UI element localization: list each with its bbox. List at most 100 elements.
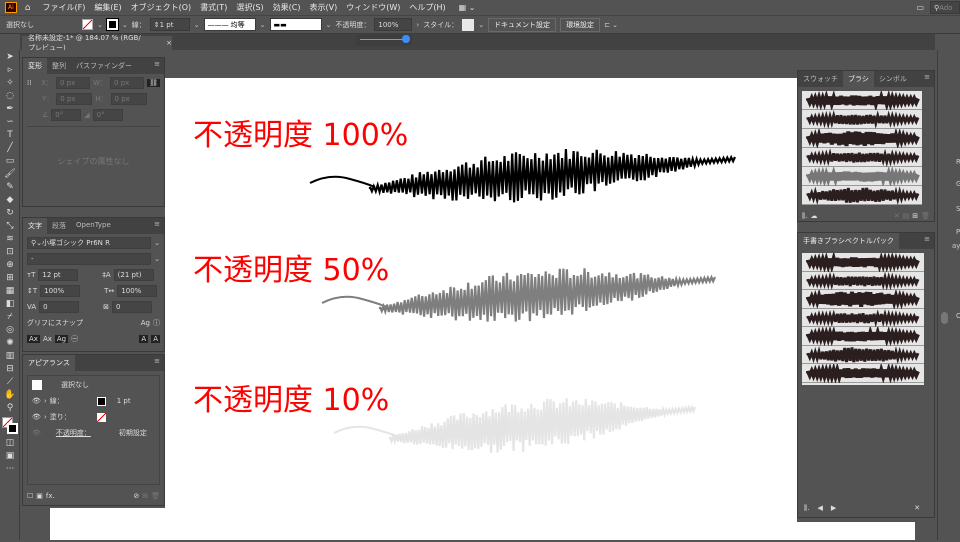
- stroke-value[interactable]: 1 pt: [117, 397, 131, 405]
- curvature-tool-icon[interactable]: ∽: [4, 117, 16, 128]
- previous-library-icon[interactable]: ◀: [817, 504, 822, 513]
- perspective-icon[interactable]: ⊞: [4, 273, 16, 284]
- remove-stroke-icon[interactable]: ✕: [894, 212, 900, 220]
- tab-appearance[interactable]: アピアランス: [23, 355, 75, 371]
- direct-selection-tool-icon[interactable]: ▹: [4, 65, 16, 76]
- add-effect-icon[interactable]: fx.: [46, 492, 55, 500]
- pen-tool-icon[interactable]: ✒: [4, 104, 16, 115]
- panel-toggle-icon[interactable]: ▭: [916, 3, 924, 12]
- blend-icon[interactable]: ◎: [4, 325, 16, 336]
- document-setup-button[interactable]: ドキュメント設定: [488, 17, 557, 32]
- duplicate-item-icon[interactable]: ⊞: [142, 492, 148, 500]
- menu-effect[interactable]: 効果(C): [273, 2, 301, 13]
- brush-library-icon[interactable]: ⫼.: [802, 212, 807, 221]
- kerning-input[interactable]: 0: [39, 301, 80, 313]
- brush-list[interactable]: [802, 91, 922, 205]
- tab-align[interactable]: 整列: [47, 58, 71, 74]
- style-swatch[interactable]: [462, 18, 475, 31]
- snap-baseline-icon[interactable]: Ax: [27, 335, 40, 343]
- draw-mode-icon[interactable]: ◫: [4, 438, 16, 449]
- leading-input[interactable]: (21 pt): [113, 269, 154, 281]
- brush-item[interactable]: [802, 345, 924, 364]
- opacity-slider-thumb[interactable]: [402, 35, 410, 43]
- stroke-profile-select[interactable]: ——— 均等: [203, 18, 256, 31]
- arrange-icon[interactable]: ⊏ ⌄: [604, 21, 618, 29]
- gradient-icon[interactable]: ◧: [4, 299, 16, 310]
- tab-transform[interactable]: 変形: [23, 58, 47, 74]
- stroke-swatch[interactable]: [105, 18, 119, 31]
- search-input[interactable]: ⚲ Ado: [930, 1, 960, 14]
- vertical-scale-input[interactable]: 100%: [40, 285, 81, 297]
- w-input[interactable]: 0 px: [110, 77, 145, 89]
- menu-select[interactable]: 選択(S): [236, 2, 263, 13]
- expand-icon[interactable]: ›: [44, 413, 47, 421]
- close-library-icon[interactable]: ✕: [914, 504, 920, 513]
- snap-proximity-icon[interactable]: ㊀: [71, 334, 78, 344]
- panel-menu-icon[interactable]: ≡: [920, 233, 934, 249]
- brush-item[interactable]: [802, 308, 924, 327]
- fill-stroke-widget[interactable]: [2, 417, 18, 435]
- stroke-label[interactable]: 線：: [50, 396, 94, 406]
- lasso-icon[interactable]: ◌: [4, 91, 16, 102]
- brush-item[interactable]: [802, 271, 924, 290]
- screen-mode-icon[interactable]: ▣: [4, 451, 16, 462]
- expand-icon[interactable]: ›: [44, 397, 47, 405]
- chevron-down-icon[interactable]: ⌄: [154, 255, 160, 263]
- angle-input[interactable]: 0°: [51, 109, 82, 121]
- stroke-weight-input[interactable]: ⇕ 1 pt: [149, 18, 190, 31]
- reference-point-icon[interactable]: ⁞⁞: [27, 79, 38, 87]
- chevron-down-icon[interactable]: ⌄: [478, 21, 484, 29]
- fill-swatch[interactable]: [96, 412, 106, 422]
- tab-pathfinder[interactable]: パスファインダー: [71, 58, 137, 74]
- add-stroke-icon[interactable]: ☐: [27, 492, 33, 500]
- menu-help[interactable]: ヘルプ(H): [409, 2, 445, 13]
- type-tool-icon[interactable]: T: [4, 130, 16, 141]
- fill-swatch[interactable]: [82, 19, 93, 30]
- visibility-eye-icon[interactable]: 👁: [32, 429, 41, 437]
- artboard-tool-icon[interactable]: ⊟: [4, 364, 16, 375]
- panel-menu-icon[interactable]: ≡: [150, 58, 164, 74]
- menu-file[interactable]: ファイル(F): [43, 2, 86, 13]
- new-brush-icon[interactable]: ⊞: [912, 212, 918, 220]
- brush-library-list[interactable]: [802, 253, 924, 385]
- tab-opentype[interactable]: OpenType: [71, 218, 116, 234]
- brush-item[interactable]: [802, 167, 922, 186]
- brush-library-icon[interactable]: ⫼.: [804, 504, 809, 513]
- shape-builder-icon[interactable]: ⊕: [4, 260, 16, 271]
- eraser-icon[interactable]: ◆: [4, 195, 16, 206]
- tab-character[interactable]: 文字: [23, 218, 47, 234]
- delete-icon[interactable]: 🗑: [151, 492, 160, 500]
- next-library-icon[interactable]: ▶: [831, 504, 836, 513]
- brush-item[interactable]: [802, 91, 922, 110]
- preferences-button[interactable]: 環境設定: [560, 17, 601, 32]
- opacity-link[interactable]: 不透明度：: [56, 428, 116, 438]
- chevron-down-icon[interactable]: ⌄: [97, 21, 103, 29]
- scribble-stroke[interactable]: [309, 149, 737, 203]
- document-tab[interactable]: 名称未設定-1* @ 184.07 % (RGB/プレビュー) ×: [22, 34, 172, 52]
- menu-type[interactable]: 書式(T): [200, 2, 227, 13]
- x-input[interactable]: 0 px: [55, 77, 91, 89]
- brush-item[interactable]: [802, 327, 924, 346]
- zoom-icon[interactable]: ⚲: [4, 403, 16, 414]
- tab-symbols[interactable]: シンボル: [874, 71, 912, 87]
- font-style-select[interactable]: -: [27, 253, 152, 265]
- width-tool-icon[interactable]: ≋: [4, 234, 16, 245]
- shear-input[interactable]: 0°: [92, 109, 123, 121]
- paintbrush-icon[interactable]: 🖌: [4, 169, 16, 180]
- chevron-down-icon[interactable]: ⌄: [260, 21, 266, 29]
- symbol-sprayer-icon[interactable]: ✺: [4, 338, 16, 349]
- line-tool-icon[interactable]: ╱: [4, 143, 16, 154]
- opacity-slider-track[interactable]: [360, 39, 406, 40]
- home-icon[interactable]: ⌂: [25, 3, 31, 13]
- scale-icon[interactable]: ⤡: [4, 221, 16, 232]
- angular-guides-icon[interactable]: A: [139, 335, 149, 343]
- selection-tool-icon[interactable]: ➤: [4, 52, 16, 63]
- info-icon[interactable]: ⓘ: [153, 318, 160, 328]
- visibility-eye-icon[interactable]: 👁: [32, 413, 41, 421]
- stroke-swatch[interactable]: [96, 396, 106, 406]
- slice-icon[interactable]: ⟋: [4, 377, 16, 388]
- menu-object[interactable]: オブジェクト(O): [131, 2, 192, 13]
- font-family-select[interactable]: ⚲⌄ 小塚ゴシック Pr6N R: [27, 237, 152, 249]
- h-input[interactable]: 0 px: [110, 93, 147, 105]
- snap-xheight-icon[interactable]: Ax: [43, 335, 52, 343]
